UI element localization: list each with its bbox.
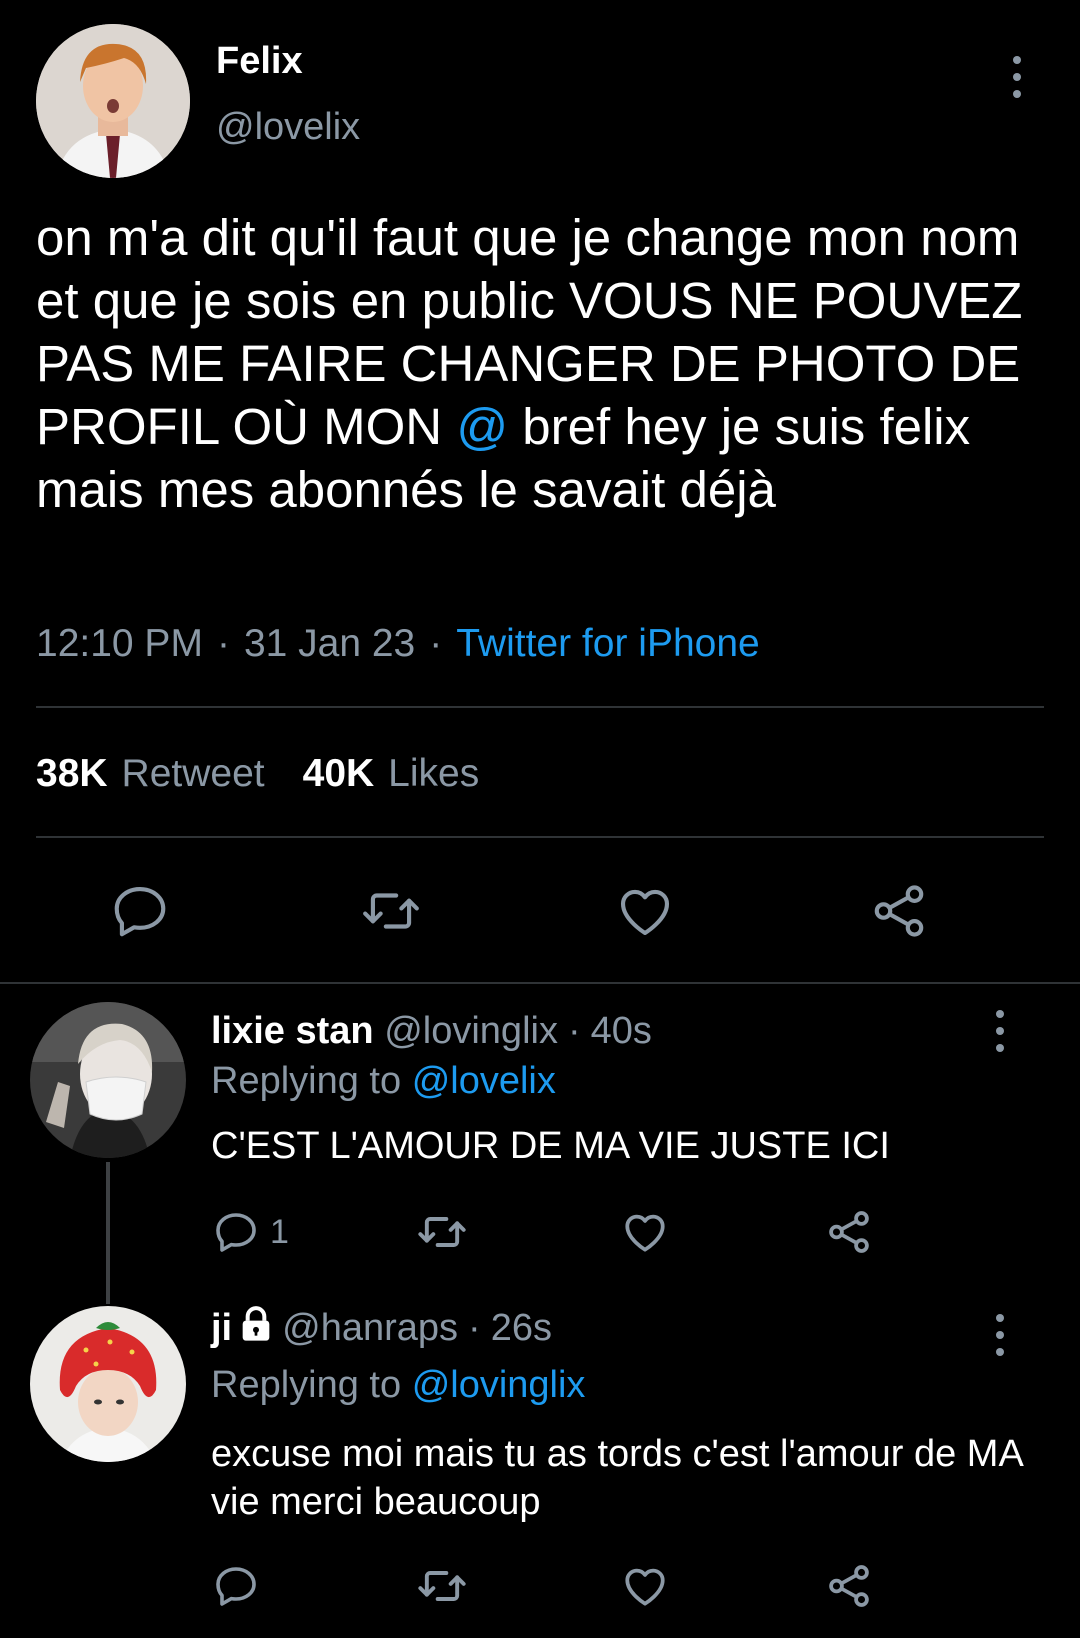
reply-time[interactable]: 26s (491, 1307, 552, 1349)
reply-icon[interactable] (212, 1560, 260, 1612)
lock-icon (236, 1304, 276, 1354)
main-tweet: Felix @lovelix on m'a dit qu'il faut que… (0, 0, 1080, 982)
heart-icon[interactable] (620, 1560, 670, 1612)
more-options-icon[interactable] (1002, 52, 1032, 102)
tweet-time[interactable]: 12:10 PM (36, 622, 203, 665)
tweet-date[interactable]: 31 Jan 23 (244, 622, 415, 665)
retweet-icon[interactable] (416, 1206, 468, 1258)
retweets-stat[interactable]: 38K Retweet (36, 752, 265, 795)
section-divider (0, 982, 1080, 984)
reply-icon[interactable]: 1 (212, 1206, 289, 1258)
retweet-icon[interactable] (416, 1560, 468, 1612)
replying-to: Replying to @lovelix (211, 1060, 556, 1103)
reply-author-handle[interactable]: @hanraps (282, 1307, 458, 1349)
divider (36, 706, 1044, 708)
heart-icon[interactable] (620, 1206, 670, 1258)
tweet-source-link[interactable]: Twitter for iPhone (456, 622, 759, 665)
replying-to-label: Replying to (211, 1364, 402, 1406)
likes-count: 40K (302, 752, 375, 795)
share-icon[interactable] (824, 1206, 874, 1258)
retweets-count: 38K (36, 752, 108, 795)
reply-author-name[interactable]: lixie stan (211, 1010, 374, 1052)
retweet-icon[interactable] (360, 880, 422, 942)
tweet-meta: 12:10 PM · 31 Jan 23 · Twitter for iPhone (36, 622, 760, 666)
tweet-detail-screen: Felix @lovelix on m'a dit qu'il faut que… (0, 0, 1080, 1638)
thread-connector-line (106, 1162, 110, 1304)
reply-icon[interactable] (109, 880, 171, 942)
more-options-icon[interactable] (985, 1310, 1015, 1360)
reply-text: excuse moi mais tu as tords c'est l'amou… (211, 1433, 1022, 1523)
reply-time[interactable]: 40s (591, 1010, 652, 1052)
reply-count: 1 (270, 1212, 289, 1251)
replying-to-mention[interactable]: @lovelix (412, 1060, 556, 1102)
author-avatar[interactable] (36, 24, 190, 178)
heart-icon[interactable] (614, 880, 676, 942)
replying-to: Replying to @lovinglix (211, 1364, 585, 1407)
replying-to-mention[interactable]: @lovinglix (412, 1364, 586, 1406)
more-options-icon[interactable] (985, 1006, 1015, 1056)
author-handle[interactable]: @lovelix (216, 106, 360, 149)
reply-avatar[interactable] (30, 1002, 186, 1158)
tweet-text: on m'a dit qu'il faut que je change mon … (36, 206, 1046, 521)
author-name[interactable]: Felix (216, 40, 303, 83)
tweet-mention-link[interactable]: @ (456, 398, 508, 455)
likes-label: Likes (388, 752, 480, 795)
reply-header: ji @hanraps · 26s (211, 1304, 552, 1354)
likes-stat[interactable]: 40K Likes (303, 752, 480, 795)
tweet-stats: 38K Retweet 40K Likes (36, 752, 479, 796)
separator: · (216, 622, 230, 665)
reply-author-handle[interactable]: @lovinglix (384, 1010, 558, 1052)
divider (36, 836, 1044, 838)
separator: · (567, 1010, 581, 1052)
separator: · (468, 1307, 481, 1349)
retweets-label: Retweet (121, 752, 265, 795)
reply-avatar[interactable] (30, 1306, 186, 1462)
reply-header: lixie stan @lovinglix · 40s (211, 1010, 652, 1053)
share-icon[interactable] (868, 880, 930, 942)
replying-to-label: Replying to (211, 1060, 402, 1102)
reply-text: C'EST L'AMOUR DE MA VIE JUSTE ICI (211, 1125, 890, 1167)
separator: · (429, 622, 443, 665)
reply-author-name[interactable]: ji (211, 1307, 232, 1349)
share-icon[interactable] (824, 1560, 874, 1612)
